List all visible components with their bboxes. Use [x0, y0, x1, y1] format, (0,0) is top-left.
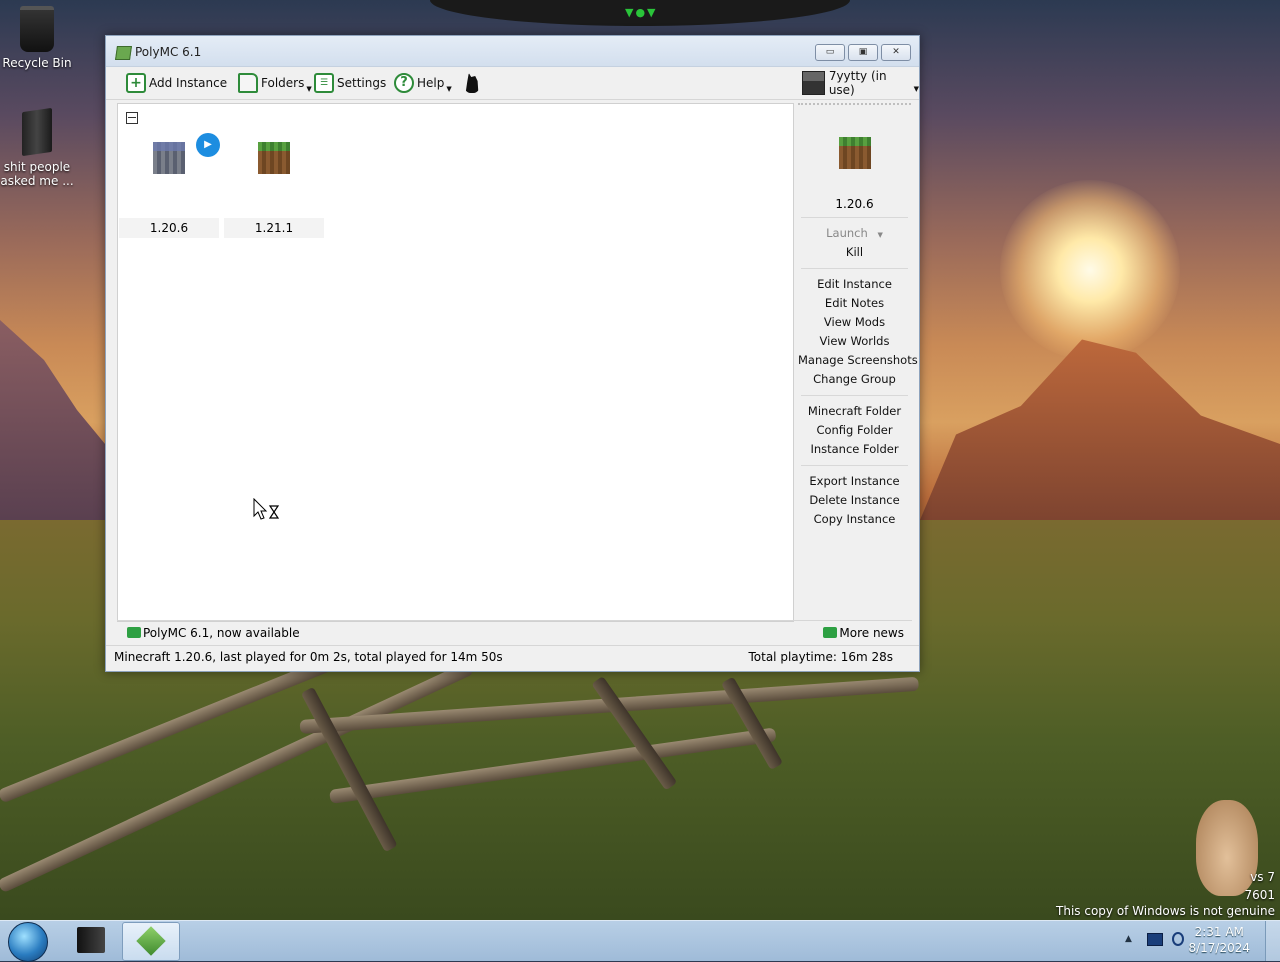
tray-expand-icon[interactable]: ▲ — [1125, 934, 1132, 944]
change-group-button[interactable]: Change Group — [798, 370, 911, 389]
config-folder-button[interactable]: Config Folder — [798, 421, 911, 440]
busy-cursor-icon — [253, 498, 280, 520]
folders-button[interactable]: Folders ▼ — [238, 72, 312, 94]
launch-button[interactable]: Launch ▼ — [798, 224, 911, 243]
close-button[interactable]: ✕ — [881, 44, 911, 61]
add-instance-button[interactable]: + Add Instance — [126, 72, 227, 94]
window-title: PolyMC 6.1 — [135, 45, 202, 59]
watermark-genuine-notice: This copy of Windows is not genuine — [1056, 904, 1275, 918]
instance-name: 1.20.6 — [119, 218, 219, 238]
polymc-logo-icon — [115, 46, 132, 60]
more-news-button[interactable]: More news — [823, 626, 904, 640]
divider — [801, 465, 908, 466]
settings-label: Settings — [337, 76, 387, 90]
network-icon[interactable] — [1147, 933, 1163, 946]
view-mods-button[interactable]: View Mods — [798, 313, 911, 332]
account-label: 7yytty (in use) — [828, 69, 887, 97]
folders-label: Folders — [261, 76, 305, 90]
divider — [801, 395, 908, 396]
help-label: Help — [417, 76, 445, 90]
add-icon: + — [126, 73, 146, 93]
show-desktop-button[interactable] — [1265, 921, 1280, 961]
recycle-bin-icon — [20, 6, 54, 52]
edit-instance-button[interactable]: Edit Instance — [798, 275, 911, 294]
account-button[interactable]: 7yytty (in use) ▼ — [802, 69, 919, 97]
help-icon: ? — [394, 73, 414, 93]
pc-case-icon — [22, 107, 52, 157]
status-total-playtime: Total playtime: 16m 28s — [748, 650, 893, 664]
divider — [801, 268, 908, 269]
taskbar-item-explorer[interactable] — [63, 922, 119, 959]
grass-block-icon[interactable] — [838, 137, 871, 169]
copy-instance-button[interactable]: Copy Instance — [798, 510, 911, 529]
wallpaper-sun — [1000, 180, 1180, 360]
watermark-line2: 7601 — [1244, 888, 1275, 902]
wallpaper-mountain-left — [0, 320, 110, 520]
desktop-icon-label: Recycle Bin — [2, 56, 72, 70]
cat-button[interactable] — [464, 72, 480, 94]
news-icon — [127, 627, 141, 638]
more-news-label: More news — [839, 626, 904, 640]
taskbar-item-polymc[interactable] — [122, 922, 180, 961]
chevron-down-icon: ▼ — [446, 85, 452, 93]
chevron-down-icon: ▼ — [913, 85, 919, 93]
taskbar: ▲ 2:31 AM 8/17/2024 — [0, 920, 1280, 962]
launch-label: Launch — [826, 226, 868, 240]
grass-block-icon — [258, 142, 290, 174]
instance-side-panel: 1.20.6 Launch ▼ Kill Edit Instance Edit N… — [798, 103, 918, 622]
clock-date: 8/17/2024 — [1188, 941, 1250, 955]
news-bar: PolyMC 6.1, now available More news — [117, 620, 912, 645]
polymc-window: PolyMC 6.1 ▭ ▣ ✕ + Add Instance Folders … — [105, 35, 920, 672]
hamster-gadget — [1196, 800, 1258, 896]
selected-instance-name: 1.20.6 — [835, 197, 874, 211]
divider — [801, 217, 908, 218]
export-instance-button[interactable]: Export Instance — [798, 472, 911, 491]
news-headline-text: PolyMC 6.1, now available — [143, 626, 300, 640]
window-titlebar[interactable]: PolyMC 6.1 ▭ ▣ ✕ — [106, 36, 919, 67]
volume-icon[interactable] — [1172, 932, 1184, 946]
desktop-gadget-top: ▼●▼ — [430, 0, 850, 26]
maximize-button[interactable]: ▣ — [848, 44, 878, 61]
cat-icon — [465, 73, 479, 93]
instance-view[interactable]: ▶ 1.20.6 1.21.1 — [117, 103, 794, 622]
view-worlds-button[interactable]: View Worlds — [798, 332, 911, 351]
watermark-line1: vs 7 — [1250, 870, 1275, 884]
stone-block-icon — [153, 142, 185, 174]
settings-list-icon: ☰ — [314, 73, 334, 93]
main-toolbar: + Add Instance Folders ▼ ☰ Settings ? He… — [106, 67, 919, 100]
desktop-icon-shortcut[interactable]: shit people asked me ... — [0, 107, 77, 188]
news-icon — [823, 627, 838, 638]
desktop-icon-label-line1: shit people — [3, 160, 71, 174]
clock-time: 2:31 AM — [1194, 925, 1244, 939]
news-headline[interactable]: PolyMC 6.1, now available — [127, 626, 300, 640]
minecraft-folder-button[interactable]: Minecraft Folder — [798, 402, 911, 421]
play-icon: ▶ — [196, 133, 220, 157]
group-collapse-icon[interactable] — [126, 112, 138, 124]
settings-button[interactable]: ☰ Settings — [314, 72, 386, 94]
wallpaper-mountain-right — [920, 339, 1280, 520]
instance-tile[interactable]: ▶ 1.20.6 — [119, 133, 220, 238]
pc-case-icon — [77, 927, 105, 953]
delete-instance-button[interactable]: Delete Instance — [798, 491, 911, 510]
instance-folder-button[interactable]: Instance Folder — [798, 440, 911, 459]
polymc-logo-icon — [136, 926, 166, 956]
chevron-down-icon: ▼ — [877, 231, 883, 239]
instance-tile[interactable]: 1.21.1 — [224, 134, 324, 238]
start-button[interactable] — [8, 922, 48, 962]
desktop-icon-recycle-bin[interactable]: Recycle Bin — [0, 6, 77, 70]
status-bar: Minecraft 1.20.6, last played for 0m 2s,… — [106, 645, 919, 670]
manage-screenshots-button[interactable]: Manage Screenshots — [798, 351, 918, 370]
minimize-button[interactable]: ▭ — [815, 44, 845, 61]
avatar — [802, 71, 825, 95]
edit-notes-button[interactable]: Edit Notes — [798, 294, 911, 313]
desktop-icon-label-line2: asked me ... — [0, 174, 74, 188]
instance-name: 1.21.1 — [224, 218, 324, 238]
chevron-down-icon: ▼ — [306, 85, 312, 93]
add-instance-label: Add Instance — [149, 76, 228, 90]
help-button[interactable]: ? Help ▼ — [394, 72, 452, 94]
status-last-played: Minecraft 1.20.6, last played for 0m 2s,… — [114, 650, 503, 664]
folder-icon — [238, 73, 258, 93]
kill-button[interactable]: Kill — [798, 243, 911, 262]
clock[interactable]: 2:31 AM 8/17/2024 — [1188, 925, 1250, 955]
